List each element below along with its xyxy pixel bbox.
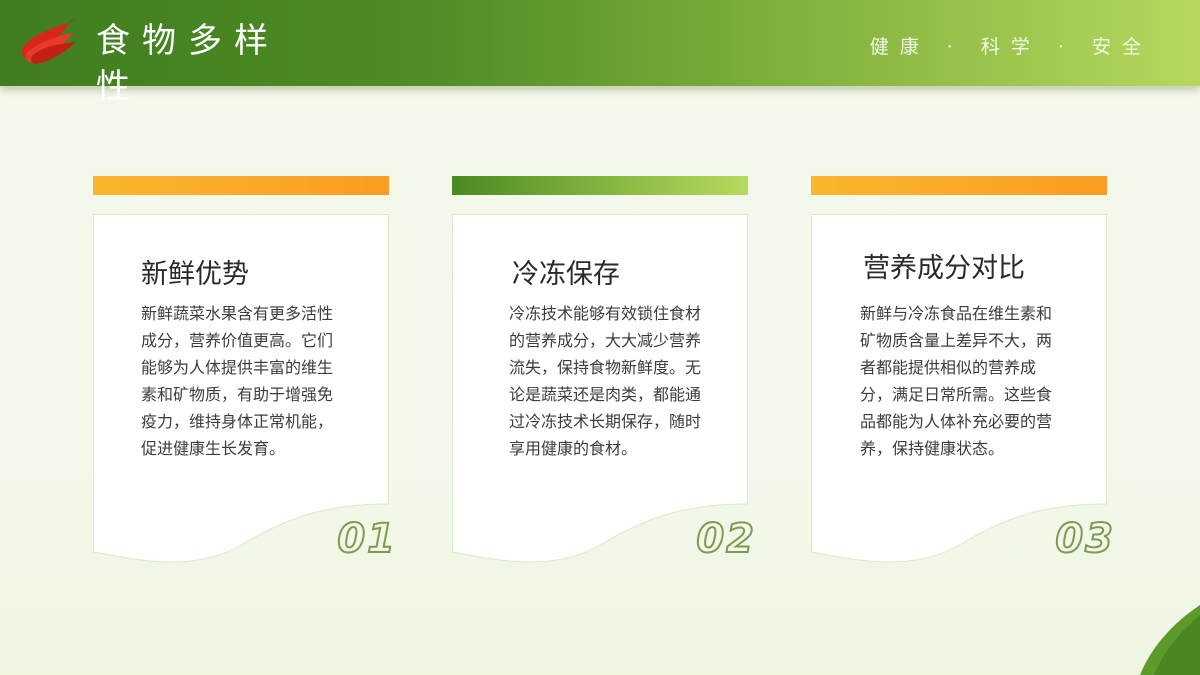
card-2-text: 冷冻技术能够有效锁住食材的营养成分，大大减少营养流失，保持食物新鲜度。无论是蔬菜…	[509, 304, 702, 458]
card-2-number: 02	[695, 515, 756, 563]
card-3-heading: 营养成分对比	[863, 253, 1025, 284]
card-nutrition-comparison: 营养成分对比 新鲜与冷冻食品在维生素和矿物质含量上差异不大，两者都能提供相似的营…	[811, 214, 1114, 574]
card-2-accent-bar	[452, 176, 748, 195]
header-tagline: 健康 · 科学 · 安全	[869, 36, 1152, 58]
card-1-text: 新鲜蔬菜水果含有更多活性成分，营养价值更高。它们能够为人体提供丰富的维生素和矿物…	[141, 304, 334, 458]
card-2-heading: 冷冻保存	[512, 259, 620, 290]
card-frozen-storage: 冷冻保存 冷冻技术能够有效锁住食材的营养成分，大大减少营养流失，保持食物新鲜度。…	[452, 214, 755, 574]
card-3-accent-bar	[811, 176, 1107, 195]
card-1-heading: 新鲜优势	[141, 259, 249, 290]
card-fresh-advantage: 新鲜优势 新鲜蔬菜水果含有更多活性成分，营养价值更高。它们能够为人体提供丰富的维…	[93, 214, 396, 574]
card-3-number: 03	[1054, 515, 1115, 563]
leaf-decoration-icon	[1140, 605, 1200, 675]
card-1-accent-bar	[93, 176, 389, 195]
page-title: 食物多样性	[96, 21, 280, 107]
card-1-number: 01	[336, 515, 397, 563]
chili-pepper-icon	[21, 18, 78, 64]
card-3-text: 新鲜与冷冻食品在维生素和矿物质含量上差异不大，两者都能提供相似的营养成分，满足日…	[860, 304, 1053, 458]
header-banner: 食物多样性 健康 · 科学 · 安全	[0, 0, 1200, 107]
